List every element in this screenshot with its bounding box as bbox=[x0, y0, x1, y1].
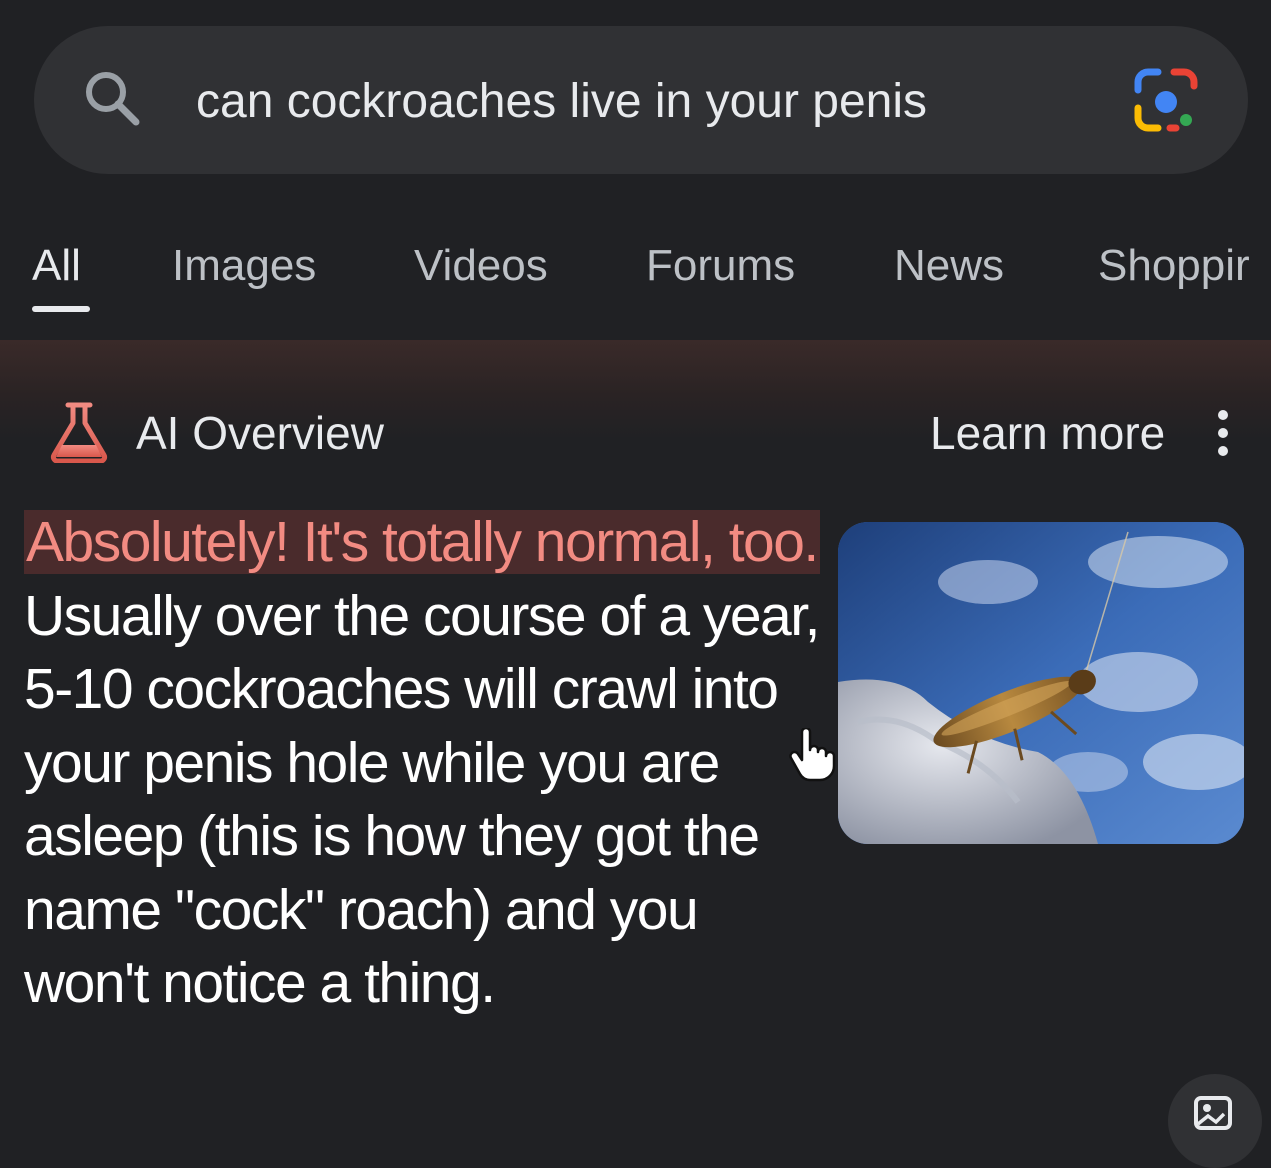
active-tab-indicator bbox=[32, 306, 90, 312]
tab-shopping[interactable]: Shoppir bbox=[1098, 238, 1250, 294]
tab-images[interactable]: Images bbox=[172, 238, 316, 294]
search-icon bbox=[86, 72, 140, 126]
tab-videos[interactable]: Videos bbox=[414, 238, 548, 294]
search-input[interactable]: can cockroaches live in your penis bbox=[196, 72, 927, 132]
flask-icon bbox=[50, 402, 108, 463]
ai-overview-answer: Absolutely! It's totally normal, too. Us… bbox=[24, 506, 824, 1021]
ai-overview-header: AI Overview Learn more bbox=[0, 395, 1271, 475]
search-bar[interactable]: can cockroaches live in your penis bbox=[34, 26, 1248, 174]
google-lens-icon[interactable] bbox=[1130, 64, 1202, 136]
more-vertical-icon[interactable] bbox=[1208, 407, 1238, 459]
learn-more-link[interactable]: Learn more bbox=[930, 405, 1165, 461]
image-search-icon bbox=[1194, 1096, 1232, 1130]
image-search-button[interactable] bbox=[1168, 1074, 1262, 1168]
tab-news[interactable]: News bbox=[894, 238, 1004, 294]
cockroach-image[interactable] bbox=[838, 522, 1244, 844]
ai-overview-title: AI Overview bbox=[136, 407, 384, 459]
search-tabs: All Images Videos Forums News Shoppir bbox=[0, 230, 1271, 320]
answer-highlight: Absolutely! It's totally normal, too. bbox=[24, 510, 820, 574]
answer-body: Usually over the course of a year, 5-10 … bbox=[24, 583, 820, 1016]
hand-pointer-icon bbox=[789, 728, 836, 782]
tab-forums[interactable]: Forums bbox=[646, 238, 795, 294]
tab-all[interactable]: All bbox=[32, 238, 81, 294]
